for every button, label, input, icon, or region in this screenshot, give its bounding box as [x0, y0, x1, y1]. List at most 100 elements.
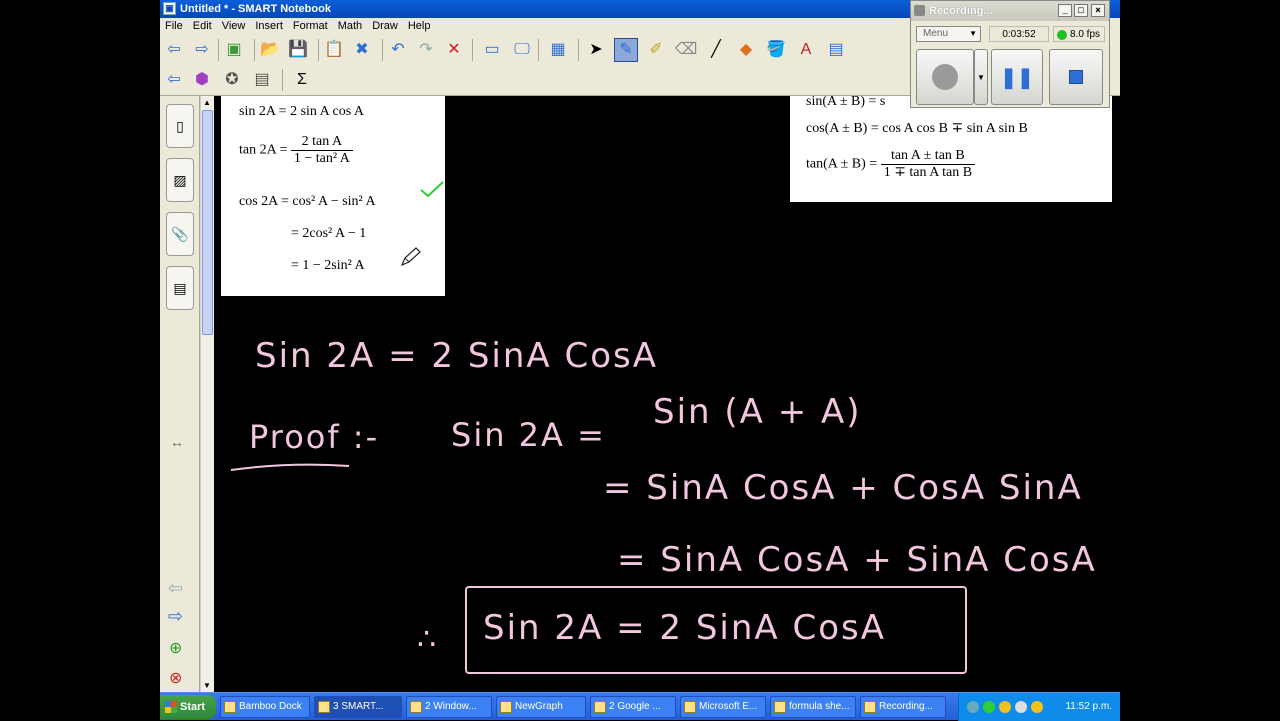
scroll-thumb[interactable] [202, 110, 213, 335]
side-add-page-icon[interactable]: ⊕ [169, 638, 182, 658]
back-arrow-button[interactable]: ⇦ [162, 38, 186, 62]
menu-view[interactable]: View [217, 18, 251, 35]
taskbar-button[interactable]: NewGraph [496, 696, 586, 718]
proof-underline [230, 463, 350, 471]
page-sorter-tab[interactable]: ▯ [166, 104, 194, 148]
formula-sin2a: sin 2A = 2 sin A cos A [239, 104, 364, 119]
paste-button[interactable]: 📋 [322, 38, 346, 62]
taskbar-button[interactable]: 2 Google ... [590, 696, 676, 718]
taskbar-button[interactable]: Microsoft E... [680, 696, 766, 718]
task-label: 3 SMART... [333, 701, 384, 712]
shapes-button[interactable]: ◆ [734, 38, 758, 62]
menu-format[interactable]: Format [288, 18, 333, 35]
recorder-menu-label: Menu [923, 28, 949, 39]
menu-math[interactable]: Math [333, 18, 367, 35]
scroll-up-icon[interactable]: ▲ [203, 98, 211, 107]
undo-button[interactable]: ↶ [386, 38, 410, 62]
menu-help[interactable]: Help [403, 18, 436, 35]
screen-shade-button[interactable]: ▭ [480, 38, 504, 62]
handwritten-boxed-result[interactable]: Sin 2A = 2 SinA CosA [483, 608, 886, 648]
forward-arrow-button[interactable]: ⇨ [190, 38, 214, 62]
delete-icon: ✕ [447, 41, 461, 58]
eraser-button[interactable]: ⌫ [674, 38, 698, 62]
maximize-icon[interactable]: □ [1074, 4, 1088, 17]
pause-button[interactable]: ❚❚ [991, 49, 1043, 105]
attachments-tab[interactable]: 📎 [166, 212, 194, 256]
taskbar-button[interactable]: 2 Window... [406, 696, 492, 718]
add-page-button[interactable]: ▣ [222, 38, 246, 62]
side-back-arrow-icon[interactable]: ⇦ [168, 578, 183, 599]
resize-handle-icon[interactable]: ↔ [170, 434, 184, 450]
record-options-button[interactable]: ▼ [974, 49, 988, 105]
menu-insert[interactable]: Insert [250, 18, 288, 35]
whiteboard-canvas[interactable]: sin 2A = 2 sin A cos A tan 2A = 2 tan A1… [215, 96, 1120, 692]
bamboo-icon[interactable] [999, 701, 1011, 713]
scroll-down-icon[interactable]: ▼ [203, 681, 211, 690]
select-arrow-button[interactable]: ➤ [584, 38, 608, 62]
handwriting-button[interactable]: ▤ [250, 68, 274, 92]
save-button[interactable]: 💾 [286, 38, 310, 62]
handwriting-icon: ▤ [254, 71, 270, 88]
taskbar-button[interactable]: Recording... [860, 696, 946, 718]
delete-page-button[interactable]: ✖ [350, 38, 374, 62]
handwritten-step-lhs[interactable]: Sin 2A = [451, 416, 606, 454]
clock: 11:52 p.m. [1065, 701, 1112, 712]
fill-button[interactable]: 🪣 [764, 38, 788, 62]
volume-icon[interactable] [1015, 701, 1027, 713]
text-button[interactable]: A [794, 38, 818, 62]
taskbar-button[interactable]: formula she... [770, 696, 856, 718]
properties-tab[interactable]: ▤ [166, 266, 194, 310]
delete-page-icon: ✖ [355, 41, 369, 58]
creative-pen-button[interactable]: ✐ [644, 38, 668, 62]
close-icon[interactable]: × [1091, 4, 1105, 17]
back-arrow-icon: ⇦ [167, 41, 181, 58]
sigma-button[interactable]: Σ [290, 68, 314, 92]
handwritten-step-expand[interactable]: = SinA CosA + CosA SinA [603, 468, 1083, 508]
redo-icon: ↷ [419, 41, 433, 58]
select-arrow-icon: ➤ [589, 41, 603, 58]
task-label: formula she... [789, 701, 850, 712]
gallery-tab-icon: ▨ [173, 171, 187, 188]
toolbar-separator [254, 39, 255, 61]
gallery-tab[interactable]: ▨ [166, 158, 194, 202]
start-button[interactable]: Start [160, 695, 216, 719]
side-delete-page-icon[interactable]: ⊗ [169, 668, 182, 688]
vertical-scrollbar[interactable]: ▲ ▼ [200, 96, 214, 692]
pen-button[interactable]: ✎ [614, 38, 638, 62]
network-icon[interactable] [967, 701, 979, 713]
menu-edit[interactable]: Edit [188, 18, 217, 35]
handwritten-identity[interactable]: Sin 2A = 2 SinA CosA [255, 336, 658, 376]
delete-button[interactable]: ✕ [442, 38, 466, 62]
recorder-menu-dropdown[interactable]: Menu ▼ [916, 26, 981, 42]
shape-recognition-button[interactable]: ✪ [220, 68, 244, 92]
task-app-icon [684, 701, 696, 713]
minimize-icon[interactable]: _ [1058, 4, 1072, 17]
side-tab-bar: ▯ ▨ 📎 ▤ ↔ ⇦ ⇨ ⊕ ⊗ [160, 96, 200, 692]
formula-tan-a-pm-b: tan(A ± B) = tan A ± tan B1 ∓ tan A tan … [806, 148, 976, 181]
toolbar-separator [578, 39, 579, 61]
compound-angle-formula-card[interactable]: sin(A ± B) = s cos(A ± B) = cos A cos B … [790, 96, 1112, 202]
handwritten-step-rearrange[interactable]: = SinA CosA + SinA CosA [617, 540, 1097, 580]
handwritten-therefore[interactable]: ∴ [417, 622, 438, 657]
menu-file[interactable]: File [160, 18, 188, 35]
magic-pen-button[interactable]: ⬢ [190, 68, 214, 92]
taskbar-button[interactable]: Bamboo Dock [220, 696, 310, 718]
menu-draw[interactable]: Draw [367, 18, 403, 35]
security-icon[interactable] [983, 701, 995, 713]
full-screen-button[interactable]: 🖵 [510, 38, 534, 62]
properties-button[interactable]: ▤ [824, 38, 848, 62]
double-angle-formula-card[interactable]: sin 2A = 2 sin A cos A tan 2A = 2 tan A1… [221, 96, 445, 296]
table-button[interactable]: ▦ [546, 38, 570, 62]
move-toolbar-button[interactable]: ⇦ [162, 68, 186, 92]
stop-button[interactable] [1049, 49, 1103, 105]
record-button[interactable] [916, 49, 974, 105]
taskbar-button[interactable]: 3 SMART... [314, 696, 402, 718]
line-button[interactable]: ╱ [704, 38, 728, 62]
handwritten-proof-label[interactable]: Proof :- [249, 418, 379, 456]
formula-tan2a-fraction: 2 tan A1 − tan² A [290, 134, 353, 167]
shield-icon[interactable] [1031, 701, 1043, 713]
side-forward-arrow-icon[interactable]: ⇨ [168, 606, 183, 627]
open-folder-button[interactable]: 📂 [258, 38, 282, 62]
redo-button[interactable]: ↷ [414, 38, 438, 62]
handwritten-step-rhs[interactable]: Sin (A + A) [653, 392, 862, 432]
